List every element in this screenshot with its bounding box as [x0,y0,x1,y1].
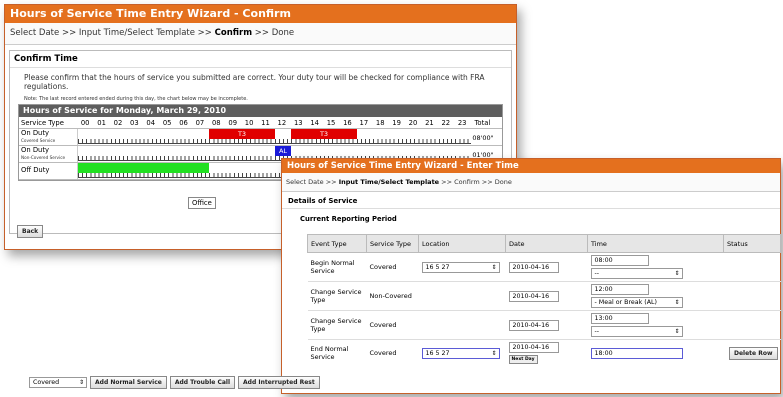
hour-label: 20 [408,118,418,127]
bar-covered-t3-b: T3 [291,129,357,139]
crumb-current: Input Time/Select Template [338,178,440,186]
chart-title: Hours of Service for Monday, March 29, 2… [19,105,502,117]
window-title: Hours of Service Time Entry Wizard - Ent… [282,159,780,173]
time-note-select[interactable]: -- [590,268,683,279]
time-input[interactable]: 12:00 [590,284,649,295]
hour-label: 08 [211,118,221,127]
hour-label: 15 [326,118,336,127]
table-row: Begin Normal Service Covered 16 5 27 201… [307,252,781,282]
hour-label: 16 [343,118,352,127]
window-title: Hours of Service Time Entry Wizard - Con… [5,5,516,23]
hour-label: 00 [80,118,90,127]
hour-label: 02 [113,118,123,127]
hour-label: 18 [375,118,385,127]
time-input[interactable]: 08:00 [590,255,649,266]
table-header-row: Event Type Service Type Location Date Ti… [307,234,781,253]
service-type: Non-Covered [366,281,419,311]
service-type-select[interactable]: Covered [29,377,87,388]
service-type: Covered [366,339,419,367]
office-label: Office [188,197,216,209]
col-label: Service Type [21,118,64,127]
date-input[interactable]: 2010-04-16 [508,261,559,273]
hour-label: 03 [130,118,139,127]
col-service-type: Service Type [366,234,419,253]
add-trouble-call-button[interactable]: Add Trouble Call [169,376,236,389]
col-event-type: Event Type [307,234,367,253]
hour-label: 09 [228,118,238,127]
crumb-pre: Select Date >> [286,178,339,186]
time-note-select[interactable]: -- [590,326,683,337]
panel-title: Confirm Time [10,51,511,68]
chart-row-on-duty-covered: On Duty Covered Service T3 T3 08'00" [19,129,502,146]
bar-covered-t3-a: T3 [209,129,275,139]
table-row: Change Service Type Non-Covered 2010-04-… [307,281,781,311]
add-normal-service-button[interactable]: Add Normal Service [90,376,167,389]
chart-note: Note: The last record entered ended duri… [24,96,248,102]
hour-label: 11 [261,118,270,127]
event-type: Begin Normal Service [307,252,367,282]
col-date: Date [505,234,588,253]
row-label: On Duty [21,129,50,137]
section-title: Details of Service [282,192,780,209]
total-label: Total [474,118,491,127]
confirm-message: Please confirm that the hours of service… [24,73,485,91]
hour-label: 05 [162,118,172,127]
hour-label: 14 [310,118,319,127]
breadcrumb: Select Date >> Input Time/Select Templat… [282,173,780,192]
bar-noncovered-al: AL [275,146,291,156]
bar-off-duty [78,163,209,173]
date-input[interactable]: 2010-04-16 [508,290,559,302]
back-button[interactable]: Back [17,225,44,238]
col-status: Status [723,234,781,253]
col-time: Time [587,234,724,253]
hour-label: 17 [359,118,369,127]
crumb-current: Confirm [214,28,253,38]
hour-label: 10 [244,118,254,127]
hour-label: 01 [97,118,106,127]
table-row: Change Service Type Covered 2010-04-16 1… [307,310,781,340]
subsection-title: Current Reporting Period [300,215,397,223]
row-sublabel: Covered Service [21,138,56,143]
add-event-bar: Covered Add Normal Service Add Trouble C… [29,376,320,389]
row-sublabel: Non-Covered Service [21,155,66,160]
table-row: End Normal Service Covered 16 5 27 2010-… [307,339,781,367]
time-note-select[interactable]: - Meal or Break (AL) [590,297,683,308]
hour-label: 04 [146,118,156,127]
time-input[interactable]: 13:00 [590,313,649,324]
crumb-pre: Select Date >> Input Time/Select Templat… [10,28,215,38]
hour-label: 19 [392,118,401,127]
location-select[interactable]: 16 5 27 [421,261,500,273]
next-day-button[interactable]: Next Day [508,355,538,365]
hour-label: 12 [277,118,287,127]
event-type: Change Service Type [307,281,367,311]
crumb-post: >> Confirm >> Done [439,178,512,186]
service-type: Covered [366,310,419,340]
event-type: Change Service Type [307,310,367,340]
hour-label: 06 [179,118,188,127]
hour-label: 22 [441,118,451,127]
row-label: Off Duty [21,166,50,174]
time-input[interactable]: 18:00 [590,347,683,359]
hour-label: 21 [425,118,434,127]
hour-label: 23 [457,118,467,127]
service-table: Event Type Service Type Location Date Ti… [307,234,781,367]
row-total: 08'00" [472,134,494,142]
hour-label: 07 [195,118,205,127]
event-type: End Normal Service [307,339,367,367]
date-input[interactable]: 2010-04-16 [508,342,559,354]
date-input[interactable]: 2010-04-16 [508,319,559,331]
location-select[interactable]: 16 5 27 [421,347,500,359]
hour-header-row: Service Type 00 01 02 03 04 05 06 07 08 09 10 11 12 1… [19,117,502,129]
row-label: On Duty [21,146,50,154]
crumb-post: >> Done [252,28,295,38]
breadcrumb: Select Date >> Input Time/Select Templat… [5,23,516,45]
col-location: Location [418,234,506,253]
hour-label: 13 [293,118,303,127]
service-type: Covered [366,252,419,282]
delete-row-button[interactable]: Delete Row [729,347,778,361]
add-interrupted-rest-button[interactable]: Add Interrupted Rest [238,376,320,389]
